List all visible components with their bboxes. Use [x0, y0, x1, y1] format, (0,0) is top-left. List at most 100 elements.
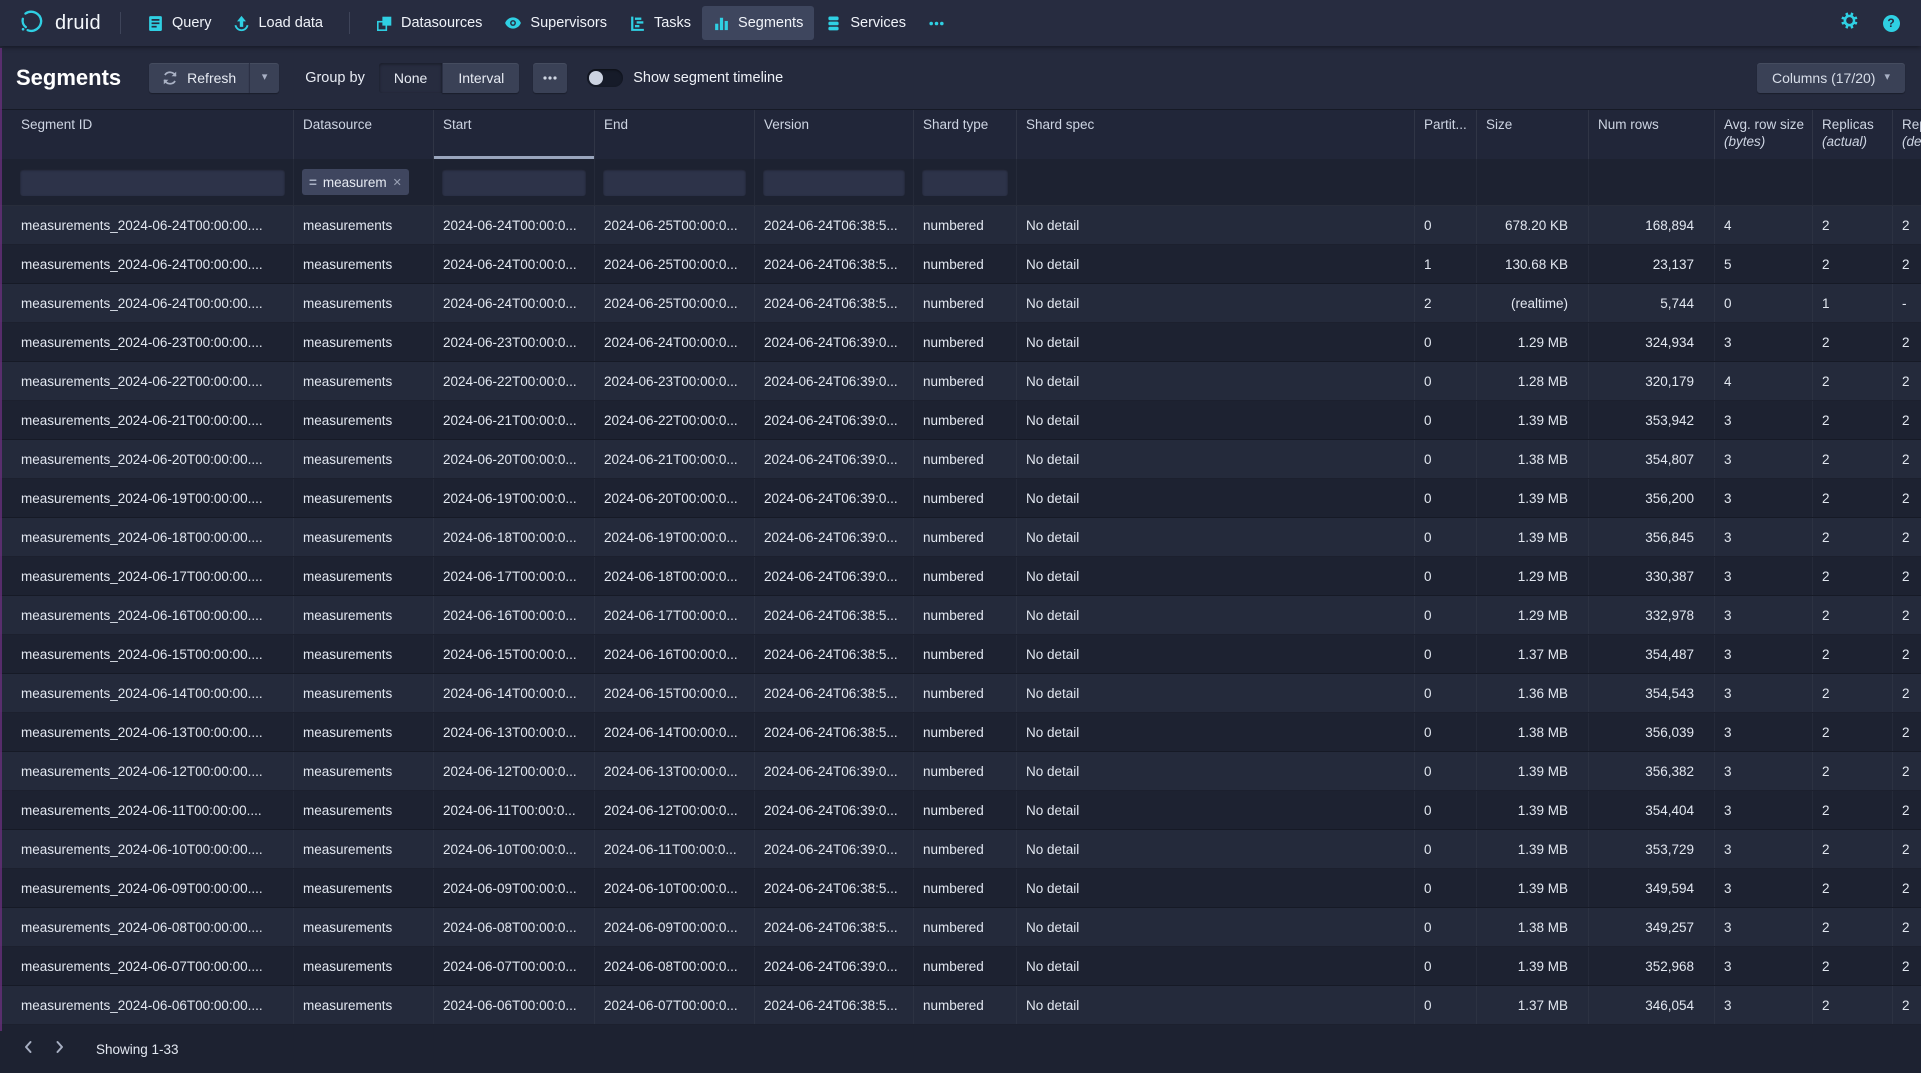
- cell-segment-id[interactable]: measurements_2024-06-08T00:00:00....: [12, 908, 294, 946]
- group-by-option-interval[interactable]: Interval: [442, 63, 519, 93]
- nav-item-load-data[interactable]: Load data: [222, 6, 334, 40]
- table-row[interactable]: measurements_2024-06-23T00:00:00....meas…: [0, 323, 1921, 362]
- filter-cell-shard-spec: [1017, 159, 1415, 205]
- segment-timeline-toggle[interactable]: Show segment timeline: [587, 69, 783, 87]
- filter-input-start[interactable]: [442, 169, 586, 196]
- cell-segment-id[interactable]: measurements_2024-06-24T00:00:00....: [12, 245, 294, 283]
- group-by-option-none[interactable]: None: [379, 63, 442, 93]
- cell-segment-id[interactable]: measurements_2024-06-19T00:00:00....: [12, 479, 294, 517]
- refresh-options-button[interactable]: ▾: [249, 63, 279, 93]
- table-row[interactable]: measurements_2024-06-08T00:00:00....meas…: [0, 908, 1921, 947]
- cell-segment-id[interactable]: measurements_2024-06-24T00:00:00....: [12, 206, 294, 244]
- cell-size: 678.20 KB: [1477, 206, 1589, 244]
- table-row[interactable]: measurements_2024-06-22T00:00:00....meas…: [0, 362, 1921, 401]
- gear-icon: [1840, 11, 1859, 35]
- cell-end: 2024-06-23T00:00:0...: [595, 362, 755, 400]
- sort-indicator: [434, 156, 594, 159]
- table-row[interactable]: measurements_2024-06-15T00:00:00....meas…: [0, 635, 1921, 674]
- cell-replicas: 2: [1813, 791, 1893, 829]
- column-header-end[interactable]: End: [595, 110, 755, 159]
- cell-segment-id[interactable]: measurements_2024-06-06T00:00:00....: [12, 986, 294, 1024]
- cell-end: 2024-06-09T00:00:0...: [595, 908, 755, 946]
- table-row[interactable]: measurements_2024-06-17T00:00:00....meas…: [0, 557, 1921, 596]
- cell-segment-id[interactable]: measurements_2024-06-18T00:00:00....: [12, 518, 294, 556]
- cell-segment-id[interactable]: measurements_2024-06-22T00:00:00....: [12, 362, 294, 400]
- column-header-segment-id[interactable]: Segment ID: [12, 110, 294, 159]
- table-row[interactable]: measurements_2024-06-07T00:00:00....meas…: [0, 947, 1921, 986]
- cell-segment-id[interactable]: measurements_2024-06-09T00:00:00....: [12, 869, 294, 907]
- settings-button[interactable]: [1835, 9, 1863, 37]
- column-header-num-rows[interactable]: Num rows: [1589, 110, 1715, 159]
- table-row[interactable]: measurements_2024-06-21T00:00:00....meas…: [0, 401, 1921, 440]
- cell-replication-factor: 2: [1893, 986, 1921, 1024]
- filter-input-segment-id[interactable]: [20, 169, 285, 196]
- cell-segment-id[interactable]: measurements_2024-06-16T00:00:00....: [12, 596, 294, 634]
- cell-segment-id[interactable]: measurements_2024-06-12T00:00:00....: [12, 752, 294, 790]
- column-header-size[interactable]: Size: [1477, 110, 1589, 159]
- column-header-shard-spec[interactable]: Shard spec: [1017, 110, 1415, 159]
- table-row[interactable]: measurements_2024-06-13T00:00:00....meas…: [0, 713, 1921, 752]
- query-icon: [147, 15, 164, 32]
- table-row[interactable]: measurements_2024-06-16T00:00:00....meas…: [0, 596, 1921, 635]
- table-row[interactable]: measurements_2024-06-19T00:00:00....meas…: [0, 479, 1921, 518]
- columns-button[interactable]: Columns (17/20) ▾: [1757, 63, 1905, 93]
- table-row[interactable]: measurements_2024-06-09T00:00:00....meas…: [0, 869, 1921, 908]
- cell-shard-type: numbered: [914, 830, 1017, 868]
- help-button[interactable]: ?: [1877, 9, 1905, 37]
- cell-segment-id[interactable]: measurements_2024-06-13T00:00:00....: [12, 713, 294, 751]
- cell-partit-: 0: [1415, 362, 1477, 400]
- cell-segment-id[interactable]: measurements_2024-06-23T00:00:00....: [12, 323, 294, 361]
- filter-tag-value: measurem: [323, 175, 387, 190]
- cell-segment-id[interactable]: measurements_2024-06-20T00:00:00....: [12, 440, 294, 478]
- cell-segment-id[interactable]: measurements_2024-06-15T00:00:00....: [12, 635, 294, 673]
- table-row[interactable]: measurements_2024-06-12T00:00:00....meas…: [0, 752, 1921, 791]
- filter-input-end[interactable]: [603, 169, 746, 196]
- nav-item-tasks[interactable]: Tasks: [618, 6, 702, 40]
- table-row[interactable]: measurements_2024-06-10T00:00:00....meas…: [0, 830, 1921, 869]
- druid-brand[interactable]: druid: [18, 7, 101, 40]
- table-row[interactable]: measurements_2024-06-06T00:00:00....meas…: [0, 986, 1921, 1025]
- table-row[interactable]: measurements_2024-06-11T00:00:00....meas…: [0, 791, 1921, 830]
- filter-input-version[interactable]: [763, 169, 905, 196]
- column-header-shard-type[interactable]: Shard type: [914, 110, 1017, 159]
- cell-partit-: 0: [1415, 947, 1477, 985]
- more-options-button[interactable]: [533, 63, 567, 93]
- table-row[interactable]: measurements_2024-06-20T00:00:00....meas…: [0, 440, 1921, 479]
- cell-segment-id[interactable]: measurements_2024-06-21T00:00:00....: [12, 401, 294, 439]
- cell-segment-id[interactable]: measurements_2024-06-11T00:00:00....: [12, 791, 294, 829]
- previous-page-button[interactable]: [14, 1034, 44, 1064]
- next-page-button[interactable]: [44, 1034, 74, 1064]
- cell-replicas: 2: [1813, 635, 1893, 673]
- nav-item-more[interactable]: [917, 6, 956, 40]
- column-header-start[interactable]: Start: [434, 110, 595, 159]
- cell-segment-id[interactable]: measurements_2024-06-10T00:00:00....: [12, 830, 294, 868]
- filter-input-shard-type[interactable]: [922, 169, 1008, 196]
- table-row[interactable]: measurements_2024-06-24T00:00:00....meas…: [0, 206, 1921, 245]
- nav-item-segments[interactable]: Segments: [702, 6, 814, 40]
- table-row[interactable]: measurements_2024-06-18T00:00:00....meas…: [0, 518, 1921, 557]
- cell-datasource: measurements: [294, 791, 434, 829]
- table-row[interactable]: measurements_2024-06-14T00:00:00....meas…: [0, 674, 1921, 713]
- column-header-datasource[interactable]: Datasource: [294, 110, 434, 159]
- nav-item-services[interactable]: Services: [814, 6, 917, 40]
- column-header-partit-[interactable]: Partit...: [1415, 110, 1477, 159]
- datasource-filter-tag[interactable]: =measurem✕: [302, 169, 409, 195]
- refresh-button[interactable]: Refresh: [149, 63, 249, 93]
- cell-segment-id[interactable]: measurements_2024-06-24T00:00:00....: [12, 284, 294, 322]
- cell-num-rows: 349,594: [1589, 869, 1715, 907]
- column-header-avg-row-size[interactable]: Avg. row size(bytes): [1715, 110, 1813, 159]
- cell-version: 2024-06-24T06:38:5...: [755, 674, 914, 712]
- cell-num-rows: 354,404: [1589, 791, 1715, 829]
- cell-segment-id[interactable]: measurements_2024-06-14T00:00:00....: [12, 674, 294, 712]
- close-icon[interactable]: ✕: [393, 176, 402, 189]
- table-row[interactable]: measurements_2024-06-24T00:00:00....meas…: [0, 284, 1921, 323]
- nav-item-datasources[interactable]: Datasources: [365, 6, 493, 40]
- column-header-replication-factor[interactable]: Replication factor(desired): [1893, 110, 1921, 159]
- nav-item-query[interactable]: Query: [136, 6, 223, 40]
- cell-segment-id[interactable]: measurements_2024-06-07T00:00:00....: [12, 947, 294, 985]
- nav-item-supervisors[interactable]: Supervisors: [493, 6, 618, 40]
- cell-segment-id[interactable]: measurements_2024-06-17T00:00:00....: [12, 557, 294, 595]
- column-header-replicas[interactable]: Replicas(actual): [1813, 110, 1893, 159]
- table-row[interactable]: measurements_2024-06-24T00:00:00....meas…: [0, 245, 1921, 284]
- column-header-version[interactable]: Version: [755, 110, 914, 159]
